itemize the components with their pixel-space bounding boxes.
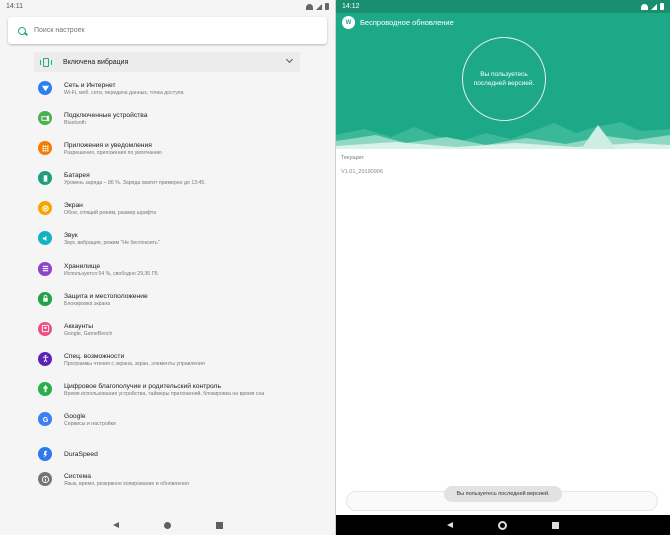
- settings-item-subtitle: Используется 54 %, свободно 29,36 ГБ: [64, 270, 158, 277]
- search-icon: [18, 26, 26, 35]
- app-logo: W: [342, 16, 355, 29]
- google-icon: G: [38, 412, 52, 427]
- settings-item-title: Подключенные устройства: [64, 112, 148, 120]
- vibrate-icon: [40, 57, 52, 67]
- settings-item[interactable]: Цифровое благополучие и родительский кон…: [38, 379, 328, 409]
- accounts-icon: [38, 321, 52, 336]
- display-icon: [38, 201, 52, 216]
- settings-item-title: Цифровое благополучие и родительский кон…: [64, 382, 221, 390]
- duraspeed-icon: [38, 447, 52, 462]
- wifi-icon: [641, 3, 648, 10]
- settings-item-title: Защита и местоположение: [64, 292, 148, 300]
- settings-item[interactable]: Хранилище Используется 54 %, свободно 29,…: [38, 259, 328, 289]
- status-bar: 14:12: [336, 0, 670, 13]
- battery-icon: [38, 171, 52, 186]
- accessibility-icon: [38, 351, 52, 366]
- settings-item-subtitle: Уровень заряда – 86 %. Заряда хватит при…: [64, 180, 206, 187]
- settings-item[interactable]: Система Язык, время, резервное копировани…: [38, 469, 328, 499]
- settings-item-title: Приложения и уведомления: [64, 142, 152, 150]
- current-version-label: Текущая:: [341, 155, 365, 161]
- settings-item[interactable]: Экран Обои, спящий режим, размер шрифта: [38, 198, 328, 228]
- settings-item-title: Звук: [64, 232, 78, 240]
- settings-item-subtitle: Сервисы и настройки: [64, 421, 116, 428]
- search-bar[interactable]: [8, 17, 327, 44]
- devices-icon: [38, 111, 52, 126]
- settings-item[interactable]: Звук Звук, вибрация, режим "Не беспокоить…: [38, 228, 328, 258]
- status-circle: Вы пользуетесь последней версией.: [462, 37, 546, 121]
- signal-icon: [316, 3, 322, 10]
- system-icon: [38, 472, 52, 487]
- settings-item[interactable]: Батарея Уровень заряда – 86 %. Заряда хва…: [38, 168, 328, 198]
- settings-item-title: Хранилище: [64, 262, 101, 270]
- battery-status-icon: [325, 3, 329, 10]
- back-button[interactable]: [112, 522, 119, 528]
- settings-item-subtitle: Google, GameBench: [64, 330, 113, 337]
- wellbeing-icon: [38, 381, 52, 396]
- storage-icon: [38, 261, 52, 276]
- settings-item-subtitle: Bluetooth: [64, 120, 86, 127]
- settings-item-subtitle: Звук, вибрация, режим "Не беспокоить": [64, 240, 160, 247]
- update-pane: 14:12 W Беспроводное обновление Вы польз…: [336, 0, 670, 535]
- settings-item-title: Система: [64, 473, 91, 481]
- settings-item[interactable]: DuraSpeed: [38, 439, 328, 469]
- signal-icon: [651, 3, 657, 10]
- status-circle-text: Вы пользуетесь последней версией.: [473, 71, 535, 87]
- settings-item-title: Батарея: [64, 172, 90, 180]
- settings-item-subtitle: Время использования устройства, таймеры …: [64, 390, 265, 397]
- apps-icon: [38, 141, 52, 156]
- home-button[interactable]: [498, 520, 507, 530]
- wifi-icon: [306, 3, 313, 10]
- settings-item[interactable]: Спец. возможности Программы чтения с экра…: [38, 349, 328, 379]
- page-title: Беспроводное обновление: [360, 18, 454, 27]
- settings-item-title: DuraSpeed: [64, 450, 98, 458]
- svg-text:G: G: [42, 415, 48, 424]
- settings-item[interactable]: Приложения и уведомления Разрешения, прил…: [38, 138, 328, 168]
- back-button[interactable]: [447, 522, 453, 528]
- settings-item-subtitle: Программы чтения с экрана, экран, элемен…: [64, 360, 205, 367]
- chevron-down-icon[interactable]: [285, 55, 294, 64]
- settings-item-title: Аккаунты: [64, 322, 94, 330]
- settings-item-subtitle: Язык, время, резервное копирование и обн…: [64, 481, 189, 488]
- settings-item-subtitle: Wi-Fi, моб. сети, передача данных, точка…: [64, 90, 184, 96]
- navigation-bar: [0, 515, 335, 535]
- home-button[interactable]: [163, 521, 171, 529]
- status-time: 14:12: [342, 3, 360, 10]
- settings-item-subtitle: Разрешения, приложения по умолчанию: [64, 150, 162, 157]
- settings-item-subtitle: Блокировка экрана: [64, 300, 111, 307]
- status-bar: 14:11: [0, 0, 335, 13]
- settings-item[interactable]: Защита и местоположение Блокировка экрана: [38, 289, 328, 319]
- settings-item-title: Google: [64, 413, 86, 421]
- vibration-label: Включена вибрация: [63, 58, 129, 66]
- w-icon: W: [345, 19, 352, 26]
- settings-item[interactable]: Сеть и Интернет Wi-Fi, моб. сети, передач…: [38, 78, 328, 108]
- settings-item[interactable]: Аккаунты Google, GameBench: [38, 319, 328, 349]
- network-icon: [38, 81, 52, 95]
- mountains-decoration: [336, 122, 670, 149]
- search-input[interactable]: [34, 27, 284, 34]
- settings-item-title: Сеть и Интернет: [64, 82, 116, 89]
- settings-item-subtitle: Обои, спящий режим, размер шрифта: [64, 210, 157, 217]
- battery-status-icon: [660, 3, 664, 10]
- update-header: W Беспроводное обновление Вы пользуетесь…: [336, 13, 670, 149]
- settings-item-title: Спец. возможности: [64, 352, 125, 360]
- settings-pane: 14:11 Включена вибрация Сеть и ИнтернетW…: [0, 0, 335, 535]
- toast-message: Вы пользуетесь последней версией.: [444, 486, 562, 502]
- status-time: 14:11: [6, 3, 23, 10]
- navigation-bar: [336, 515, 670, 535]
- recents-button[interactable]: [552, 521, 559, 529]
- settings-item[interactable]: G Google Сервисы и настройки: [38, 409, 328, 439]
- vibration-suggestion[interactable]: Включена вибрация: [34, 52, 300, 72]
- settings-list: Сеть и Интернет Wi-Fi, моб. сети, передач…: [38, 78, 328, 499]
- settings-item[interactable]: Подключенные устройства Bluetooth: [38, 108, 328, 138]
- sound-icon: [38, 231, 52, 246]
- recents-button[interactable]: [215, 521, 223, 529]
- current-version-value: V1.01_20190906: [341, 169, 383, 175]
- security-icon: [38, 291, 52, 306]
